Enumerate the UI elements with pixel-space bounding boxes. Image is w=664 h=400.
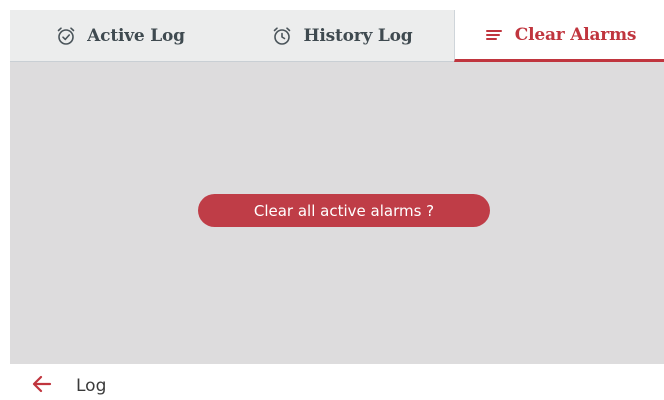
footer-title: Log (76, 376, 107, 396)
alarm-clock-check-icon (55, 25, 77, 47)
clear-alarms-panel: Clear all active alarms ? (10, 62, 664, 364)
tab-label: History Log (303, 25, 413, 46)
back-button[interactable] (30, 374, 54, 398)
tab-clear-alarms[interactable]: Clear Alarms (454, 10, 664, 62)
tab-active-log[interactable]: Active Log (10, 10, 230, 62)
tab-label: Clear Alarms (514, 24, 637, 45)
menu-lines-icon (483, 24, 505, 46)
alarm-clock-icon (271, 25, 293, 47)
clear-all-alarms-button[interactable]: Clear all active alarms ? (198, 194, 490, 227)
arrow-left-icon (31, 373, 53, 400)
tab-history-log[interactable]: History Log (230, 10, 454, 62)
tab-bar: Active Log History Log Clear Alarms (10, 10, 664, 62)
tab-label: Active Log (87, 25, 185, 46)
footer-bar: Log (0, 364, 664, 400)
